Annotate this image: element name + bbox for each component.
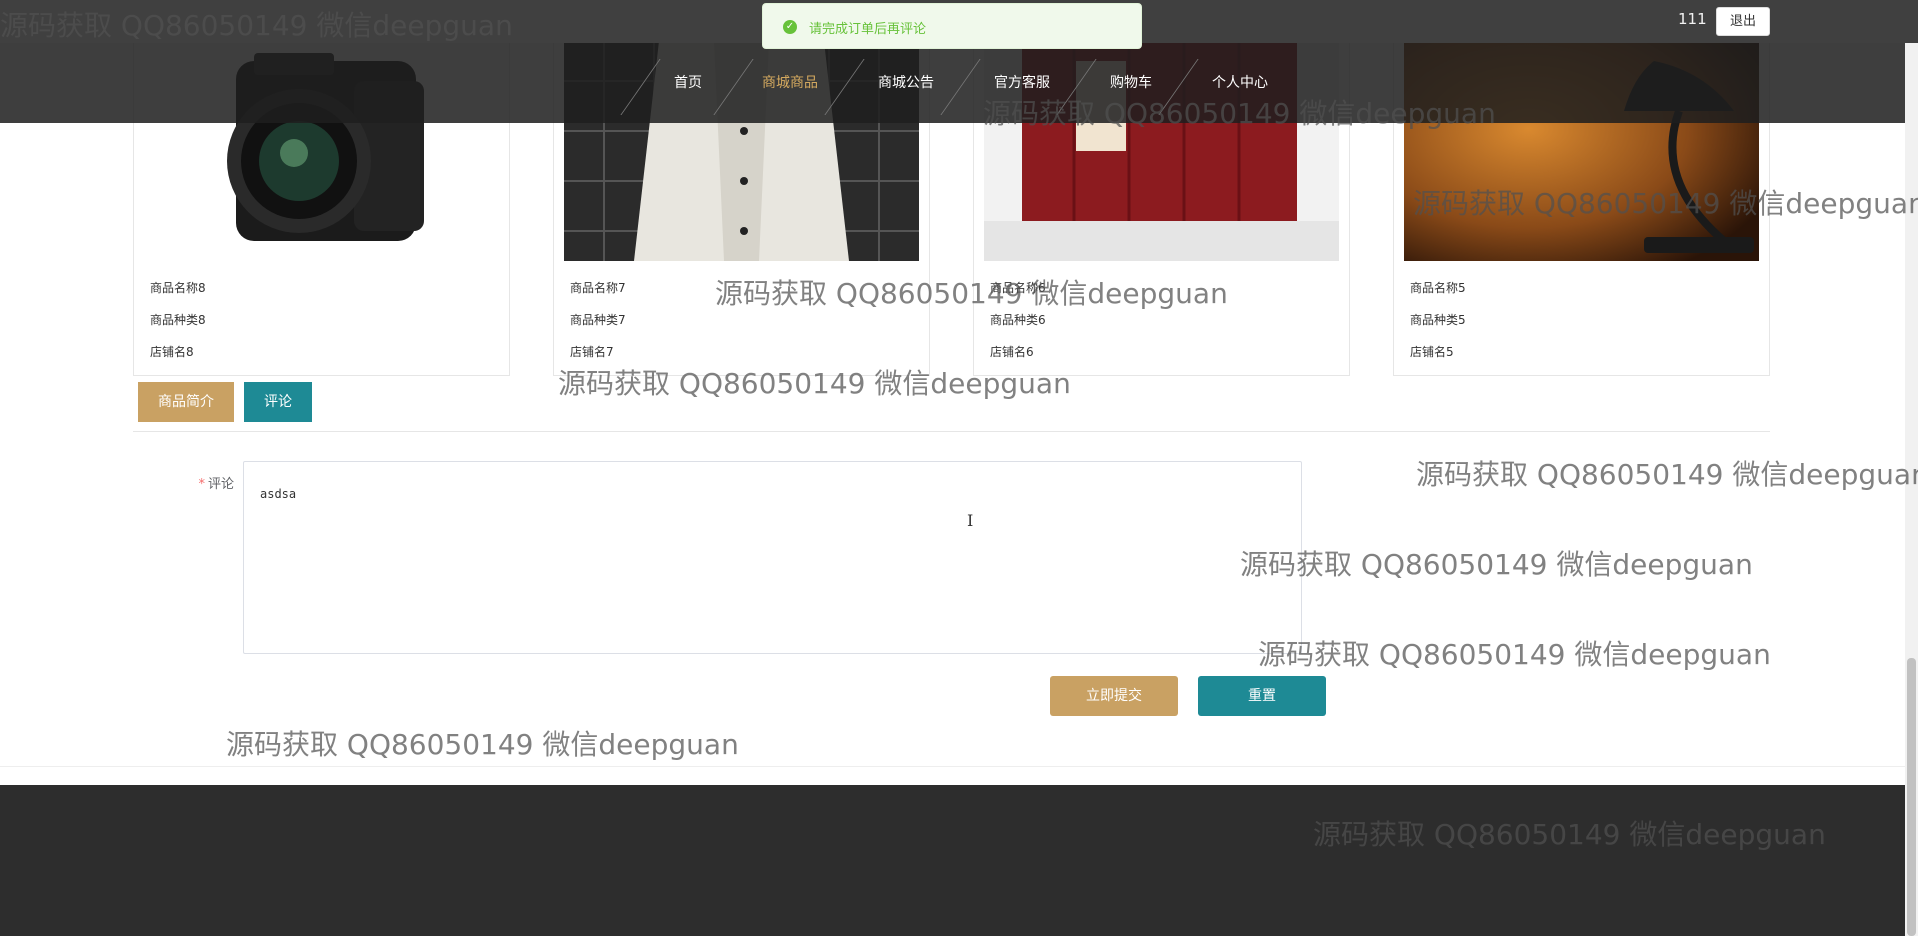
nav-separator [1158, 59, 1199, 115]
nav-item-customer-service[interactable]: 官方客服 [994, 43, 1050, 123]
required-mark: * [198, 477, 205, 492]
watermark: 源码获取 QQ86050149 微信deepguan [1258, 638, 1771, 671]
review-label-text: 评论 [207, 477, 234, 492]
nav-separator [713, 59, 754, 115]
nav-separator [1056, 59, 1097, 115]
product-category: 商品种类5 [1410, 313, 1466, 327]
nav-item-cart[interactable]: 购物车 [1110, 43, 1152, 123]
watermark: 源码获取 QQ86050149 微信deepguan [1240, 548, 1753, 581]
nav-item-products[interactable]: 商城商品 [762, 43, 818, 123]
username-label: 111 [1678, 10, 1707, 28]
nav-item-home[interactable]: 首页 [674, 43, 702, 123]
nav-separator [620, 59, 661, 115]
nav-separator [940, 59, 981, 115]
submit-button[interactable]: 立即提交 [1050, 676, 1178, 716]
product-category: 商品种类8 [150, 313, 206, 327]
product-shop: 店铺名8 [150, 345, 194, 359]
watermark: 源码获取 QQ86050149 微信deepguan [226, 728, 739, 761]
reset-button[interactable]: 重置 [1198, 676, 1326, 716]
product-category: 商品种类6 [990, 313, 1046, 327]
product-shop: 店铺名5 [1410, 345, 1454, 359]
main-nav: 首页 商城商品 商城公告 官方客服 购物车 个人中心 [0, 43, 1905, 123]
product-category: 商品种类7 [570, 313, 626, 327]
watermark: 源码获取 QQ86050149 微信deepguan [1416, 458, 1918, 491]
tab-description[interactable]: 商品简介 [138, 382, 234, 422]
toast-message: ✓ 请完成订单后再评论 [762, 3, 1142, 49]
review-label: * 评论 [188, 473, 234, 492]
nav-item-profile[interactable]: 个人中心 [1212, 43, 1268, 123]
product-shop: 店铺名6 [990, 345, 1034, 359]
product-name: 商品名称7 [570, 281, 626, 295]
scrollbar-thumb[interactable] [1907, 658, 1916, 936]
product-name: 商品名称8 [150, 281, 206, 295]
nav-separator [824, 59, 865, 115]
product-name: 商品名称6 [990, 281, 1046, 295]
text-cursor-icon: I [967, 511, 974, 530]
toast-text: 请完成订单后再评论 [809, 22, 927, 37]
product-shop: 店铺名7 [570, 345, 614, 359]
footer [0, 785, 1905, 936]
nav-item-announcements[interactable]: 商城公告 [878, 43, 934, 123]
logout-button[interactable]: 退出 [1716, 7, 1770, 36]
tab-divider [133, 431, 1770, 432]
section-divider [0, 766, 1905, 767]
product-name: 商品名称5 [1410, 281, 1466, 295]
tab-review[interactable]: 评论 [244, 382, 312, 422]
success-check-icon: ✓ [783, 20, 797, 34]
review-textarea[interactable]: asdsa [243, 461, 1302, 654]
